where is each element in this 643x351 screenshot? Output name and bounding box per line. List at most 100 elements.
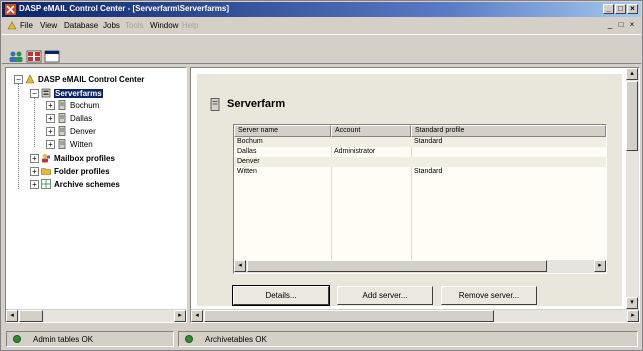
- scroll-down-button[interactable]: ▾: [626, 297, 638, 309]
- mdi-restore-button[interactable]: □: [616, 20, 626, 30]
- maximize-button[interactable]: □: [615, 4, 626, 14]
- scroll-right-button[interactable]: ▸: [174, 310, 186, 322]
- list-header: Server name Account Standard profile: [234, 125, 606, 137]
- scroll-thumb[interactable]: [19, 310, 43, 322]
- server-expand-toggle[interactable]: +: [46, 127, 55, 136]
- scroll-left-button[interactable]: ◂: [6, 310, 18, 322]
- list-horizontal-scrollbar[interactable]: ◂ ▸: [234, 260, 606, 273]
- caption-buttons: _ □ ×: [603, 4, 638, 14]
- archive-schemes-expand-toggle[interactable]: +: [30, 180, 39, 189]
- window-title: DASP eMAIL Control Center - [Serverfarm\…: [19, 4, 229, 13]
- menu-bar: File View Database Jobs Tools Window Hel…: [2, 18, 641, 33]
- tree-node-label: Mailbox profiles: [54, 153, 115, 163]
- scroll-thumb[interactable]: [204, 310, 494, 322]
- status-ok-icon: [13, 335, 21, 343]
- column-header-standard-profile[interactable]: Standard profile: [411, 125, 606, 137]
- table-row[interactable]: Bochum Standard: [234, 137, 606, 147]
- menu-tools[interactable]: Tools: [125, 21, 144, 30]
- minimize-button[interactable]: _: [603, 4, 614, 14]
- tree-node-label: Archive schemes: [54, 179, 120, 189]
- tree-node-server[interactable]: Bochum: [57, 100, 99, 110]
- server-expand-toggle[interactable]: +: [46, 140, 55, 149]
- folder-profiles-expand-toggle[interactable]: +: [30, 167, 39, 176]
- status-ok-icon: [185, 335, 193, 343]
- table-row[interactable]: Witten Standard: [234, 167, 606, 177]
- cell-standard-profile: [411, 157, 606, 167]
- child-window-icon[interactable]: [7, 21, 17, 30]
- cell-server-name: Witten: [237, 168, 257, 175]
- status-archive-text: Archivetables OK: [205, 334, 267, 344]
- navigation-tree[interactable]: − DASP eMAIL Control Center − Serverfarm…: [5, 67, 187, 323]
- tree-node-folder-profiles[interactable]: Folder profiles: [41, 166, 110, 176]
- remove-server-button[interactable]: Remove server...: [441, 286, 537, 305]
- tree-horizontal-scrollbar[interactable]: ◂ ▸: [6, 309, 186, 322]
- cell-standard-profile: Standard: [414, 168, 443, 175]
- app-root-icon: [25, 74, 35, 84]
- folder-icon: [41, 168, 51, 175]
- table-row[interactable]: Denver: [234, 157, 606, 167]
- scroll-thumb[interactable]: [626, 81, 638, 151]
- window-icon[interactable]: [44, 50, 60, 63]
- title-bar[interactable]: DASP eMAIL Control Center - [Serverfarm\…: [2, 2, 641, 17]
- grid-icon[interactable]: [26, 50, 42, 63]
- app-window: DASP eMAIL Control Center - [Serverfarm\…: [0, 0, 643, 351]
- tree-node-archive-schemes[interactable]: Archive schemes: [41, 179, 120, 189]
- archive-grid-icon: [41, 179, 51, 189]
- serverfarm-panel: Serverfarm Server name Account Standard …: [197, 74, 622, 306]
- tree-node-server[interactable]: Dallas: [57, 113, 92, 123]
- details-button[interactable]: Details...: [232, 285, 330, 306]
- cell-server-name: Dallas: [237, 148, 257, 155]
- serverfarms-collapse-toggle[interactable]: −: [30, 89, 39, 98]
- tree-node-label: Witten: [70, 139, 93, 149]
- tree-connector: [34, 96, 35, 147]
- root-collapse-toggle[interactable]: −: [14, 75, 23, 84]
- scroll-right-button[interactable]: ▸: [594, 260, 606, 272]
- add-server-button[interactable]: Add server...: [337, 286, 433, 305]
- cell-account: [331, 157, 411, 167]
- tree-node-server[interactable]: Denver: [57, 126, 96, 136]
- column-header-account[interactable]: Account: [331, 125, 411, 137]
- mdi-close-button[interactable]: ×: [627, 20, 637, 30]
- scroll-right-button[interactable]: ▸: [627, 310, 639, 322]
- server-icon: [58, 126, 66, 136]
- mdi-buttons: _ □ ×: [605, 20, 637, 30]
- column-header-server-name[interactable]: Server name: [234, 125, 331, 137]
- menu-file[interactable]: File: [20, 21, 33, 30]
- tree-node-label: Folder profiles: [54, 166, 110, 176]
- content-vertical-scrollbar[interactable]: ▴ ▾: [626, 68, 639, 309]
- cell-server-name: Denver: [237, 158, 260, 165]
- tree-node-mailbox-profiles[interactable]: Mailbox profiles: [41, 153, 115, 163]
- tree-node-label: DASP eMAIL Control Center: [38, 74, 145, 84]
- tree-node-label: Dallas: [70, 113, 93, 123]
- mdi-minimize-button[interactable]: _: [605, 20, 615, 30]
- toolbar: [2, 34, 641, 64]
- menu-database[interactable]: Database: [64, 21, 98, 30]
- tree-node-serverfarms[interactable]: Serverfarms: [41, 88, 103, 98]
- menu-jobs[interactable]: Jobs: [103, 21, 120, 30]
- table-row[interactable]: Dallas Administrator: [234, 147, 606, 157]
- users-icon[interactable]: [8, 50, 24, 63]
- menu-help[interactable]: Help: [182, 21, 198, 30]
- cell-account: [331, 137, 411, 147]
- tree-node-label: Bochum: [70, 100, 100, 110]
- content-horizontal-scrollbar[interactable]: ◂ ▸: [191, 309, 639, 322]
- close-button[interactable]: ×: [627, 4, 638, 14]
- tree-node-server[interactable]: Witten: [57, 139, 93, 149]
- server-icon: [58, 100, 66, 110]
- mailbox-profiles-expand-toggle[interactable]: +: [30, 154, 39, 163]
- scroll-left-button[interactable]: ◂: [191, 310, 203, 322]
- menu-window[interactable]: Window: [150, 21, 178, 30]
- tree-node-label: Serverfarms: [54, 88, 103, 98]
- server-expand-toggle[interactable]: +: [46, 101, 55, 110]
- status-panel-archive: Archivetables OK: [178, 331, 638, 347]
- cell-server-name: Bochum: [237, 138, 263, 145]
- server-farm-header-icon: [210, 98, 220, 111]
- tree-node-root[interactable]: DASP eMAIL Control Center: [25, 74, 144, 84]
- menu-view[interactable]: View: [40, 21, 57, 30]
- scroll-left-button[interactable]: ◂: [234, 260, 246, 272]
- scroll-up-button[interactable]: ▴: [626, 68, 638, 80]
- scroll-thumb[interactable]: [247, 260, 547, 272]
- server-list[interactable]: Server name Account Standard profile Boc…: [233, 124, 607, 274]
- server-expand-toggle[interactable]: +: [46, 114, 55, 123]
- tree-connector: [18, 82, 19, 189]
